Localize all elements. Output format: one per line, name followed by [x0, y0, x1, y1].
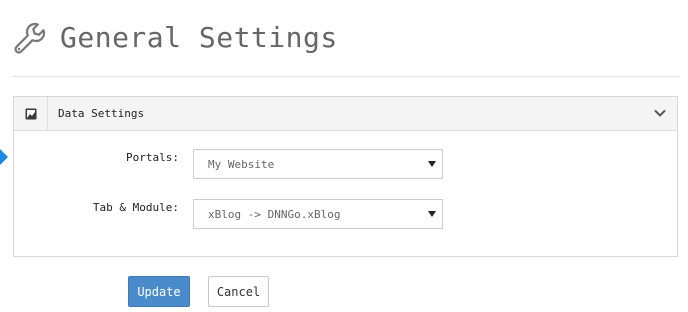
panel-title: Data Settings — [58, 107, 145, 120]
panel-header[interactable]: Data Settings — [14, 97, 677, 131]
update-button[interactable]: Update — [128, 276, 190, 307]
active-section-marker — [0, 149, 8, 165]
tab-module-select-value: xBlog -> DNNGo.xBlog — [208, 207, 341, 221]
portals-select[interactable]: My Website — [193, 149, 443, 179]
portals-row: Portals: My Website — [14, 149, 677, 179]
portals-label: Portals: — [126, 151, 179, 164]
tab-module-label: Tab & Module: — [92, 201, 179, 214]
image-icon — [25, 108, 36, 119]
portals-select-value: My Website — [208, 157, 275, 171]
page-header: General Settings — [12, 16, 338, 60]
header-divider — [12, 76, 680, 77]
caret-down-icon — [428, 211, 436, 217]
cancel-button[interactable]: Cancel — [208, 276, 269, 307]
panel-icon-box — [14, 97, 48, 130]
settings-page: General Settings Data Settings Portals: … — [0, 0, 688, 312]
data-settings-panel: Data Settings Portals: My Website Tab & … — [13, 96, 678, 257]
caret-down-icon — [428, 161, 436, 167]
wrench-icon — [14, 22, 46, 54]
page-title: General Settings — [60, 21, 338, 54]
tab-module-row: Tab & Module: xBlog -> DNNGo.xBlog — [14, 199, 677, 229]
tab-module-select[interactable]: xBlog -> DNNGo.xBlog — [193, 199, 443, 229]
chevron-down-icon[interactable] — [653, 106, 667, 120]
